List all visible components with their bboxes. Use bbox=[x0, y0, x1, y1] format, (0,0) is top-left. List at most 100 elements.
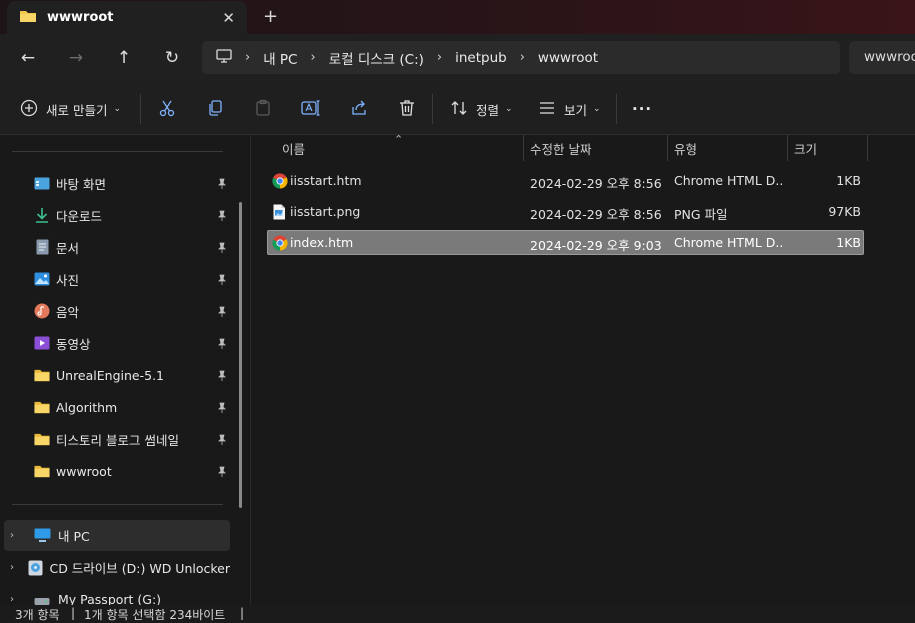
cut-icon[interactable] bbox=[156, 97, 178, 119]
column-divider[interactable] bbox=[523, 135, 524, 161]
breadcrumb-local-disk[interactable]: 로컬 디스크 (C:) bbox=[329, 48, 424, 68]
column-divider[interactable] bbox=[867, 135, 868, 161]
rename-icon[interactable] bbox=[300, 97, 322, 119]
new-button[interactable]: 새로 만들기 ⌄ bbox=[20, 96, 121, 122]
pc-icon bbox=[34, 528, 52, 544]
refresh-button[interactable]: ↻ bbox=[160, 46, 184, 70]
sidebar-scrollbar[interactable] bbox=[239, 202, 242, 508]
sidebar-item-label: 동영상 bbox=[56, 336, 91, 352]
column-header-name[interactable]: 이름 bbox=[282, 135, 305, 162]
file-date: 2024-02-29 오후 8:56 bbox=[530, 207, 662, 222]
copy-icon[interactable] bbox=[204, 97, 226, 119]
sidebar-divider bbox=[12, 151, 223, 152]
column-divider[interactable] bbox=[667, 135, 668, 161]
documents-icon bbox=[34, 239, 50, 255]
pin-icon bbox=[217, 209, 227, 224]
title-bar: wwwroot ✕ + bbox=[0, 0, 915, 34]
breadcrumb-wwwroot[interactable]: wwwroot bbox=[538, 50, 598, 66]
toolbar-divider bbox=[432, 94, 433, 124]
tab-title: wwwroot bbox=[47, 10, 114, 25]
desktop-icon bbox=[34, 175, 50, 191]
sidebar-item-downloads[interactable]: 다운로드 bbox=[34, 201, 234, 229]
file-name: index.htm bbox=[290, 235, 354, 250]
folder-icon bbox=[34, 431, 50, 447]
command-bar: 새로 만들기 ⌄ 정렬 ⌄ 보기 ⌄ ··· bbox=[0, 82, 915, 135]
tree-item-my-pc[interactable]: › 내 PC bbox=[4, 520, 230, 551]
folder-icon bbox=[34, 463, 50, 479]
sidebar-item-unrealengine[interactable]: UnrealEngine-5.1 bbox=[34, 361, 234, 389]
sort-button[interactable]: 정렬 ⌄ bbox=[450, 96, 513, 122]
tab-wwwroot[interactable]: wwwroot ✕ bbox=[7, 1, 247, 34]
up-button[interactable]: ↑ bbox=[112, 46, 136, 70]
breadcrumb-separator: › bbox=[245, 50, 251, 65]
status-item-count: 3개 항목 bbox=[15, 608, 60, 622]
sidebar-item-wwwroot[interactable]: wwwroot bbox=[34, 457, 234, 485]
sort-icon bbox=[450, 100, 468, 119]
breadcrumb-my-pc[interactable]: 내 PC bbox=[263, 48, 297, 68]
breadcrumb-separator[interactable]: › bbox=[310, 50, 315, 65]
column-header-type[interactable]: 유형 bbox=[674, 135, 697, 162]
forward-button[interactable]: → bbox=[64, 46, 88, 70]
png-file-icon bbox=[272, 204, 288, 220]
chevron-right-icon[interactable]: › bbox=[10, 594, 28, 605]
sidebar-item-label: 음악 bbox=[56, 304, 80, 320]
close-tab-button[interactable]: ✕ bbox=[222, 9, 235, 27]
sort-ascending-icon: ⌃ bbox=[394, 133, 404, 146]
navigation-bar: ← → ↑ ↻ › 내 PC › 로컬 디스크 (C:) › inetpub ›… bbox=[0, 34, 915, 82]
chrome-icon bbox=[272, 173, 288, 189]
table-row[interactable]: iisstart.png 2024-02-29 오후 8:56 PNG 파일 9… bbox=[267, 199, 864, 224]
search-input[interactable]: wwwroot bbox=[849, 41, 915, 74]
pin-icon bbox=[217, 433, 227, 448]
more-options-button[interactable]: ··· bbox=[632, 96, 652, 122]
pc-icon[interactable] bbox=[216, 49, 232, 66]
column-header-size[interactable]: 크기 bbox=[794, 135, 817, 162]
column-header-date-modified[interactable]: 수정한 날짜 bbox=[530, 135, 591, 162]
tree-item-cd-drive[interactable]: › CD 드라이브 (D:) WD Unlocker bbox=[4, 552, 230, 583]
sidebar-item-label: 다운로드 bbox=[56, 208, 103, 224]
file-size: 1KB bbox=[836, 173, 861, 188]
sidebar-item-label: Algorithm bbox=[56, 399, 118, 415]
breadcrumb-separator[interactable]: › bbox=[520, 50, 525, 65]
table-row[interactable]: index.htm 2024-02-29 오후 9:03 Chrome HTML… bbox=[267, 230, 864, 255]
cd-drive-icon bbox=[28, 560, 43, 576]
chevron-down-icon: ⌄ bbox=[593, 104, 601, 114]
table-row[interactable]: iisstart.htm 2024-02-29 오후 8:56 Chrome H… bbox=[267, 168, 864, 193]
sidebar-item-label: UnrealEngine-5.1 bbox=[56, 367, 164, 383]
status-selection: 1개 항목 선택함 234바이트 bbox=[84, 608, 226, 622]
chevron-right-icon[interactable]: › bbox=[10, 530, 28, 541]
address-bar[interactable]: › 내 PC › 로컬 디스크 (C:) › inetpub › wwwroot bbox=[202, 41, 840, 74]
tree-item-label: CD 드라이브 (D:) WD Unlocker bbox=[49, 561, 230, 576]
pin-icon bbox=[217, 337, 227, 352]
tree-item-label: My Passport (G:) bbox=[58, 592, 162, 605]
file-list: ⌃ 이름 수정한 날짜 유형 크기 iisstart.htm 2024-02-2… bbox=[251, 133, 915, 605]
pin-icon bbox=[217, 465, 227, 480]
tree-item-my-passport[interactable]: › My Passport (G:) bbox=[4, 584, 230, 605]
back-button[interactable]: ← bbox=[16, 46, 40, 70]
sidebar-item-videos[interactable]: 동영상 bbox=[34, 329, 234, 357]
file-date: 2024-02-29 오후 8:56 bbox=[530, 176, 662, 191]
share-icon[interactable] bbox=[348, 97, 370, 119]
folder-icon bbox=[34, 399, 50, 415]
sidebar-item-pictures[interactable]: 사진 bbox=[34, 265, 234, 293]
delete-icon[interactable] bbox=[396, 97, 418, 119]
column-divider[interactable] bbox=[787, 135, 788, 161]
new-tab-button[interactable]: + bbox=[263, 6, 278, 27]
file-type: PNG 파일 bbox=[674, 207, 728, 222]
new-button-label: 새로 만들기 bbox=[46, 102, 108, 118]
sidebar-item-documents[interactable]: 문서 bbox=[34, 233, 234, 261]
sidebar-item-tistory-thumbnails[interactable]: 티스토리 블로그 썸네일 bbox=[34, 425, 234, 453]
chevron-right-icon[interactable]: › bbox=[10, 562, 22, 573]
file-date: 2024-02-29 오후 9:03 bbox=[530, 238, 662, 253]
sidebar-item-algorithm[interactable]: Algorithm bbox=[34, 393, 234, 421]
view-icon bbox=[538, 101, 556, 118]
sidebar-item-music[interactable]: 음악 bbox=[34, 297, 234, 325]
toolbar-divider bbox=[140, 94, 141, 124]
sidebar-item-desktop[interactable]: 바탕 화면 bbox=[34, 169, 234, 197]
paste-icon[interactable] bbox=[252, 97, 274, 119]
pin-icon bbox=[217, 273, 227, 288]
file-size: 97KB bbox=[828, 204, 861, 219]
view-button[interactable]: 보기 ⌄ bbox=[538, 96, 601, 122]
breadcrumb-inetpub[interactable]: inetpub bbox=[455, 50, 507, 66]
folder-icon bbox=[19, 9, 37, 26]
breadcrumb-separator[interactable]: › bbox=[437, 50, 442, 65]
